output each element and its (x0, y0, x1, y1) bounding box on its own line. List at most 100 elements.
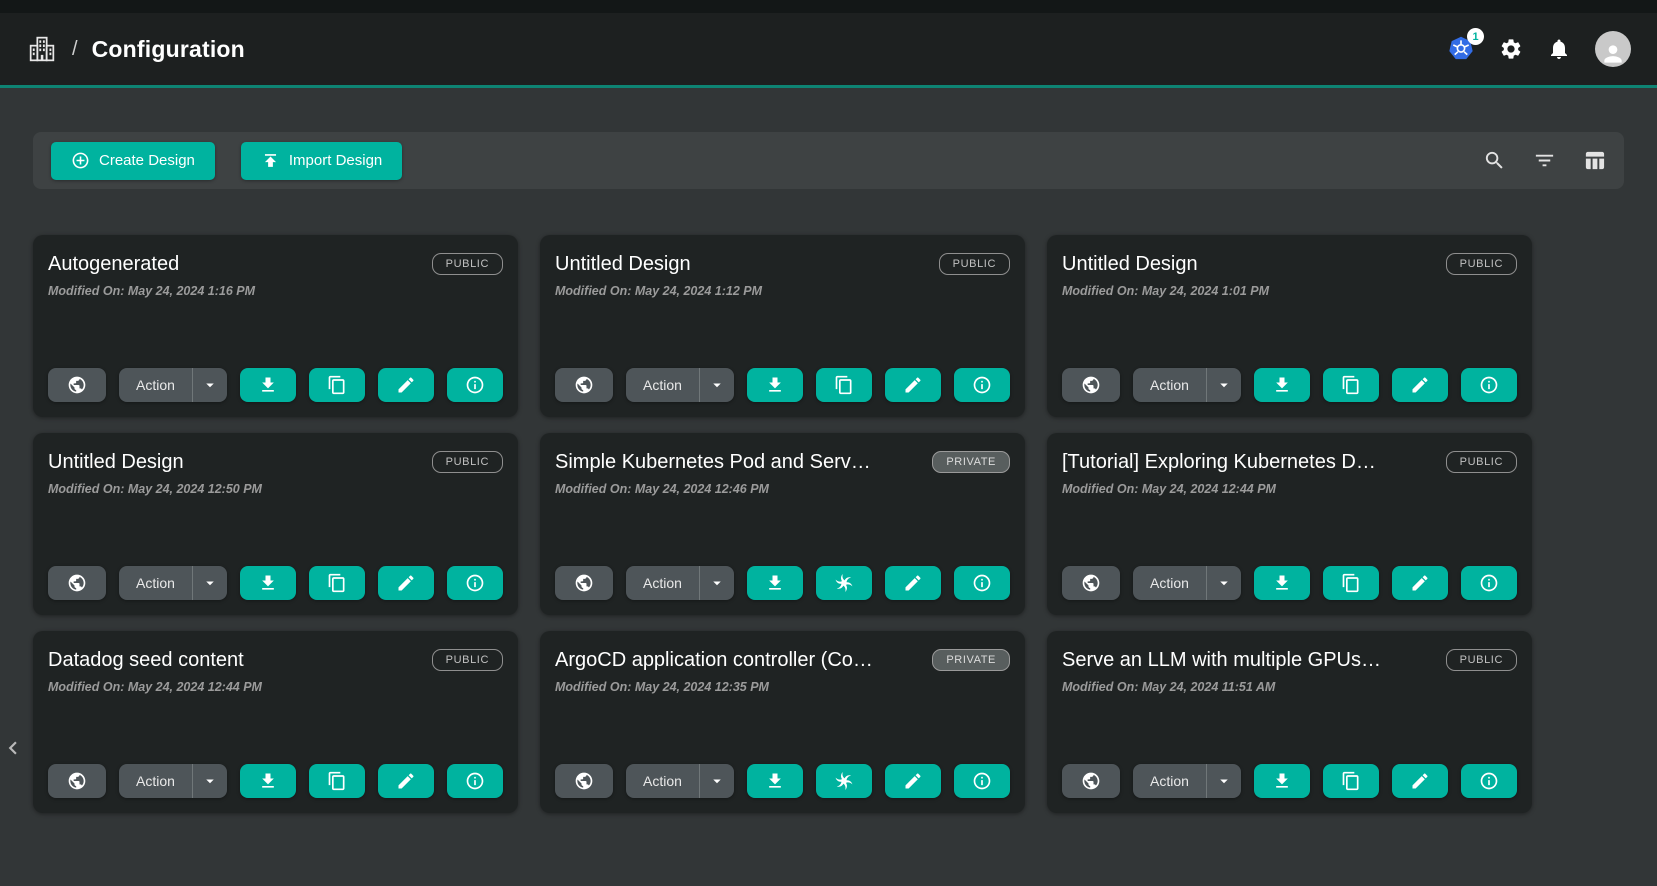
edit-button[interactable] (1392, 368, 1448, 402)
action-dropdown-toggle[interactable] (700, 376, 734, 394)
action-dropdown-toggle[interactable] (193, 574, 227, 592)
info-button[interactable] (447, 764, 503, 798)
edit-button[interactable] (885, 764, 941, 798)
design-card: Untitled Design Modified On: May 24, 202… (540, 235, 1025, 417)
info-button[interactable] (1461, 764, 1517, 798)
globe-icon (1081, 573, 1101, 593)
copy-icon (834, 375, 854, 395)
info-button[interactable] (447, 368, 503, 402)
visibility-globe-button[interactable] (48, 368, 106, 402)
download-button[interactable] (1254, 566, 1310, 600)
action-split-button[interactable]: Action (119, 764, 227, 798)
copy-action-button[interactable] (309, 368, 365, 402)
card-actions: Action (1062, 764, 1517, 798)
settings-button[interactable] (1499, 37, 1523, 61)
visibility-globe-button[interactable] (48, 764, 106, 798)
table-view-button[interactable] (1583, 149, 1606, 172)
edit-button[interactable] (378, 764, 434, 798)
download-button[interactable] (1254, 368, 1310, 402)
copy-action-button[interactable] (1323, 764, 1379, 798)
action-split-button[interactable]: Action (119, 368, 227, 402)
visibility-globe-button[interactable] (555, 368, 613, 402)
copy-action-button[interactable] (816, 368, 872, 402)
edit-button[interactable] (378, 368, 434, 402)
create-design-button[interactable]: Create Design (51, 142, 215, 180)
info-button[interactable] (954, 368, 1010, 402)
search-button[interactable] (1483, 149, 1506, 172)
spiral-action-button[interactable] (816, 764, 872, 798)
card-actions: Action (1062, 566, 1517, 600)
copy-action-button[interactable] (1323, 566, 1379, 600)
action-split-button[interactable]: Action (1133, 368, 1241, 402)
action-split-button[interactable]: Action (119, 566, 227, 600)
globe-icon (1081, 771, 1101, 791)
organization-building-icon[interactable] (26, 33, 58, 65)
download-button[interactable] (240, 566, 296, 600)
action-dropdown-toggle[interactable] (193, 772, 227, 790)
edit-button[interactable] (378, 566, 434, 600)
action-dropdown-toggle[interactable] (193, 376, 227, 394)
sidebar-collapse-chevron[interactable] (0, 733, 26, 763)
edit-button[interactable] (1392, 566, 1448, 600)
action-split-button[interactable]: Action (626, 566, 734, 600)
visibility-globe-button[interactable] (1062, 764, 1120, 798)
download-button[interactable] (747, 368, 803, 402)
edit-button[interactable] (885, 368, 941, 402)
action-label: Action (119, 773, 192, 789)
import-design-button[interactable]: Import Design (241, 142, 402, 180)
download-button[interactable] (240, 368, 296, 402)
kubernetes-context-badge: 1 (1467, 28, 1484, 45)
info-icon (972, 573, 992, 593)
action-dropdown-toggle[interactable] (700, 772, 734, 790)
info-button[interactable] (954, 566, 1010, 600)
copy-action-button[interactable] (1323, 368, 1379, 402)
action-dropdown-toggle[interactable] (700, 574, 734, 592)
chevron-down-icon (708, 574, 726, 592)
design-grid: Autogenerated Modified On: May 24, 2024 … (33, 235, 1532, 813)
edit-button[interactable] (1392, 764, 1448, 798)
info-button[interactable] (954, 764, 1010, 798)
visibility-globe-button[interactable] (1062, 566, 1120, 600)
notifications-button[interactable] (1547, 37, 1571, 61)
visibility-badge: PUBLIC (1446, 649, 1517, 671)
spiral-action-button[interactable] (816, 566, 872, 600)
action-split-button[interactable]: Action (1133, 566, 1241, 600)
filter-button[interactable] (1533, 149, 1556, 172)
download-button[interactable] (240, 764, 296, 798)
add-circle-icon (71, 151, 90, 170)
kubernetes-context-button[interactable]: 1 (1447, 35, 1475, 63)
user-avatar[interactable] (1595, 31, 1631, 67)
card-actions: Action (555, 368, 1010, 402)
globe-icon (574, 771, 594, 791)
design-card: Serve an LLM with multiple GPUs… Modifie… (1047, 631, 1532, 813)
action-dropdown-toggle[interactable] (1207, 772, 1241, 790)
design-modified-date: Modified On: May 24, 2024 1:16 PM (48, 284, 503, 298)
info-button[interactable] (1461, 566, 1517, 600)
action-dropdown-toggle[interactable] (1207, 574, 1241, 592)
download-icon (1272, 771, 1292, 791)
edit-button[interactable] (885, 566, 941, 600)
visibility-globe-button[interactable] (48, 566, 106, 600)
pencil-icon (396, 375, 416, 395)
download-button[interactable] (747, 764, 803, 798)
copy-action-button[interactable] (309, 764, 365, 798)
pencil-icon (903, 771, 923, 791)
action-split-button[interactable]: Action (1133, 764, 1241, 798)
action-label: Action (626, 575, 699, 591)
info-icon (1479, 771, 1499, 791)
action-split-button[interactable]: Action (626, 764, 734, 798)
copy-action-button[interactable] (309, 566, 365, 600)
download-button[interactable] (1254, 764, 1310, 798)
action-split-button[interactable]: Action (626, 368, 734, 402)
visibility-globe-button[interactable] (555, 566, 613, 600)
action-label: Action (626, 773, 699, 789)
visibility-globe-button[interactable] (555, 764, 613, 798)
design-card: Simple Kubernetes Pod and Serv… Modified… (540, 433, 1025, 615)
download-button[interactable] (747, 566, 803, 600)
info-button[interactable] (1461, 368, 1517, 402)
action-dropdown-toggle[interactable] (1207, 376, 1241, 394)
visibility-globe-button[interactable] (1062, 368, 1120, 402)
pencil-icon (903, 375, 923, 395)
design-title: Untitled Design (48, 451, 403, 474)
info-button[interactable] (447, 566, 503, 600)
